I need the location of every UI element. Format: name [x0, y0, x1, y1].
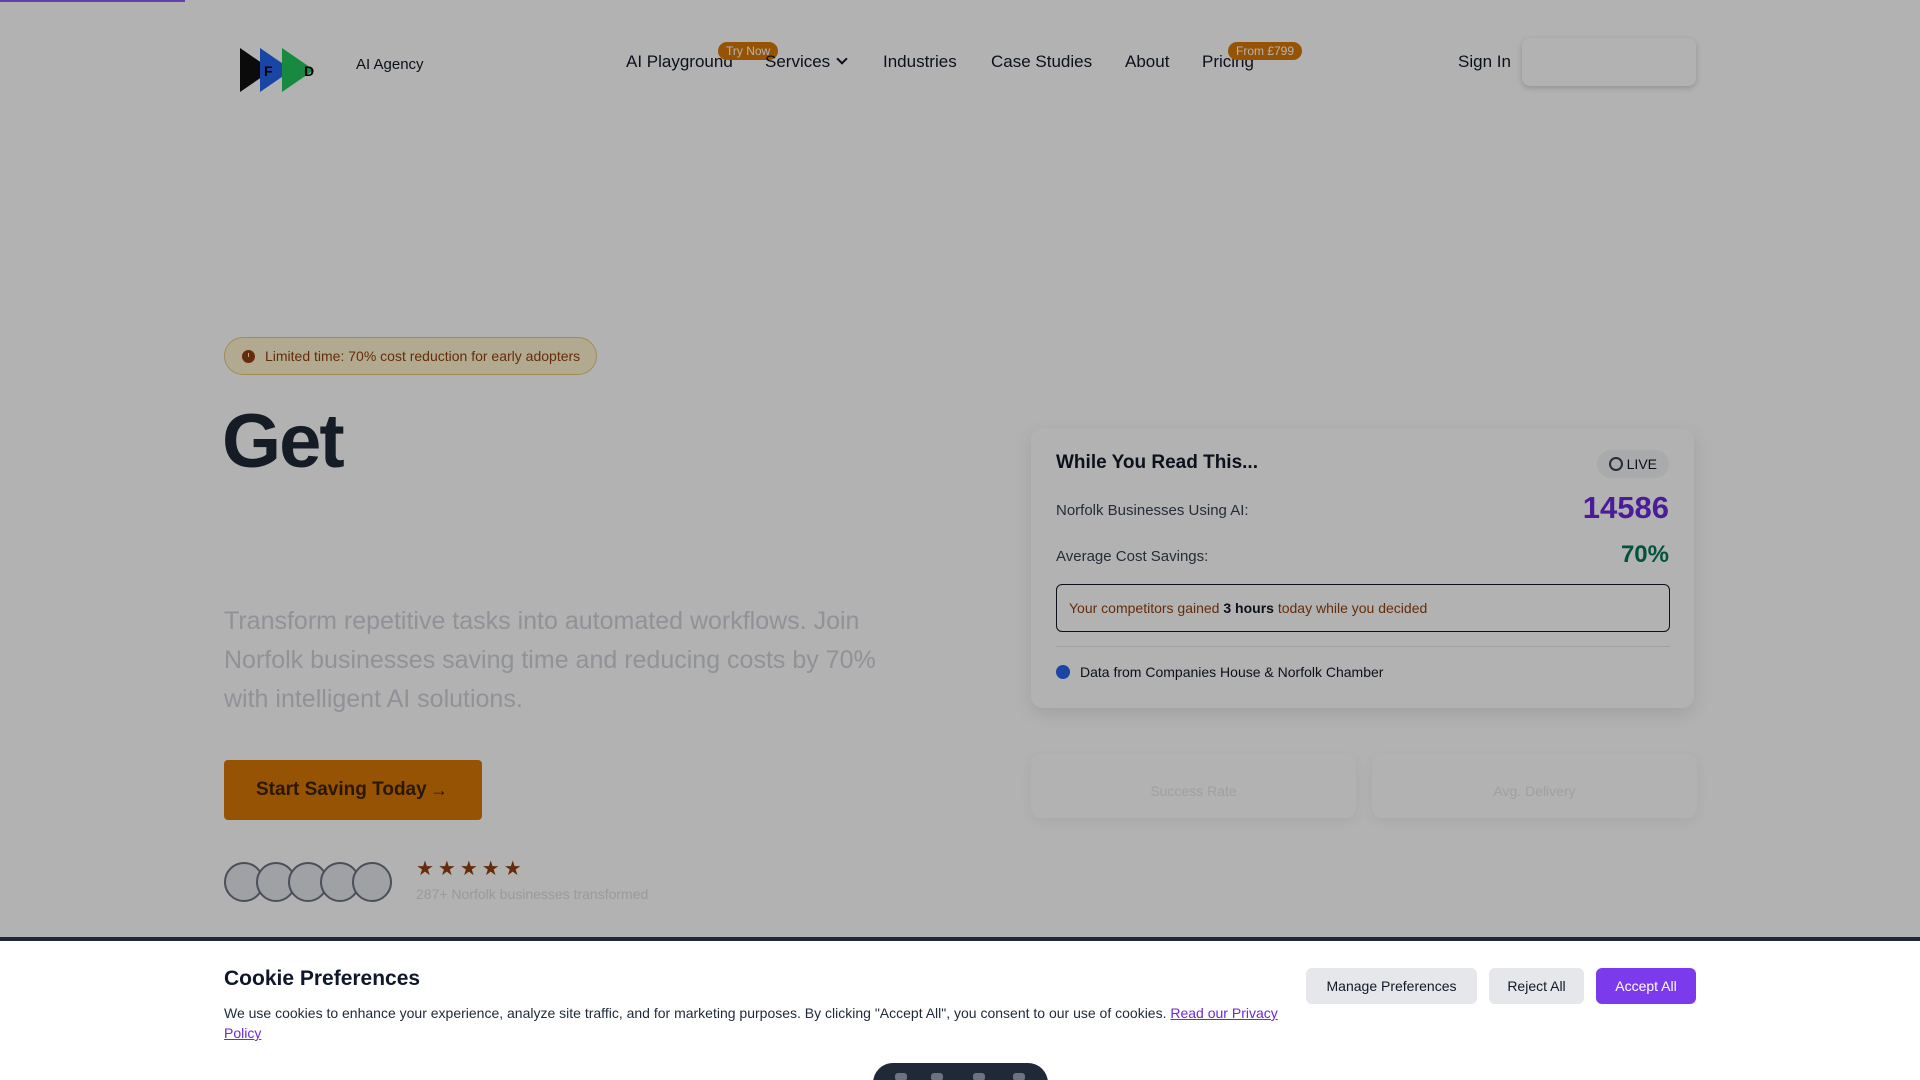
modal-backdrop [0, 0, 1920, 937]
cookie-title: Cookie Preferences [224, 967, 421, 990]
toolbar-hand-icon[interactable] [931, 1073, 943, 1080]
toolbar-mic-icon[interactable] [895, 1073, 907, 1080]
cookie-banner: Cookie Preferences We use cookies to enh… [0, 937, 1920, 1080]
floating-toolbar[interactable] [873, 1063, 1048, 1080]
accept-all-button[interactable]: Accept All [1596, 968, 1696, 1004]
toolbar-menu-icon[interactable] [973, 1073, 985, 1080]
cookie-description: We use cookies to enhance your experienc… [224, 1003, 1284, 1043]
reject-all-button[interactable]: Reject All [1489, 968, 1584, 1004]
manage-preferences-button[interactable]: Manage Preferences [1306, 968, 1477, 1004]
cookie-text: We use cookies to enhance your experienc… [224, 1005, 1167, 1021]
toolbar-settings-icon[interactable] [1013, 1073, 1025, 1080]
